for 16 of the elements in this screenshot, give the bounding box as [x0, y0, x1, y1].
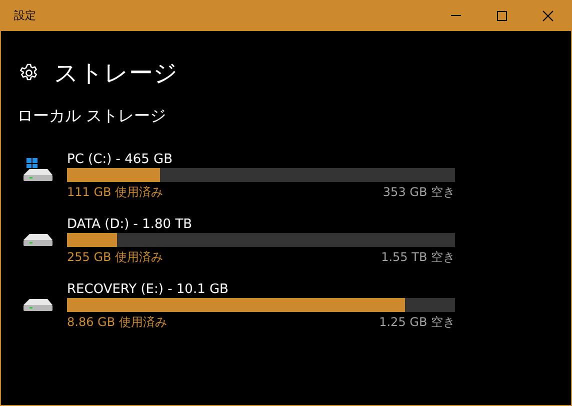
used-space: 8.86 GB 使用済み [67, 314, 167, 331]
minimize-icon [451, 15, 461, 16]
drive-name: DATA (D:) - 1.80 TB [67, 216, 194, 233]
close-icon [542, 10, 554, 22]
used-space: 255 GB 使用済み [67, 249, 164, 266]
drive-name: RECOVERY (E:) - 10.1 GB [67, 281, 230, 298]
settings-icon [19, 63, 39, 83]
free-space: 1.55 TB 空き [381, 249, 455, 266]
window-title: 設定 [14, 8, 36, 23]
free-space: 1.25 GB 空き [379, 314, 455, 331]
free-space: 353 GB 空き [382, 184, 455, 201]
maximize-icon [496, 10, 508, 22]
used-space: 111 GB 使用済み [67, 184, 164, 201]
section-title: ローカル ストレージ [17, 106, 168, 127]
drive-name: PC (C:) - 465 GB [67, 151, 174, 168]
page-title: ストレージ [54, 58, 178, 89]
